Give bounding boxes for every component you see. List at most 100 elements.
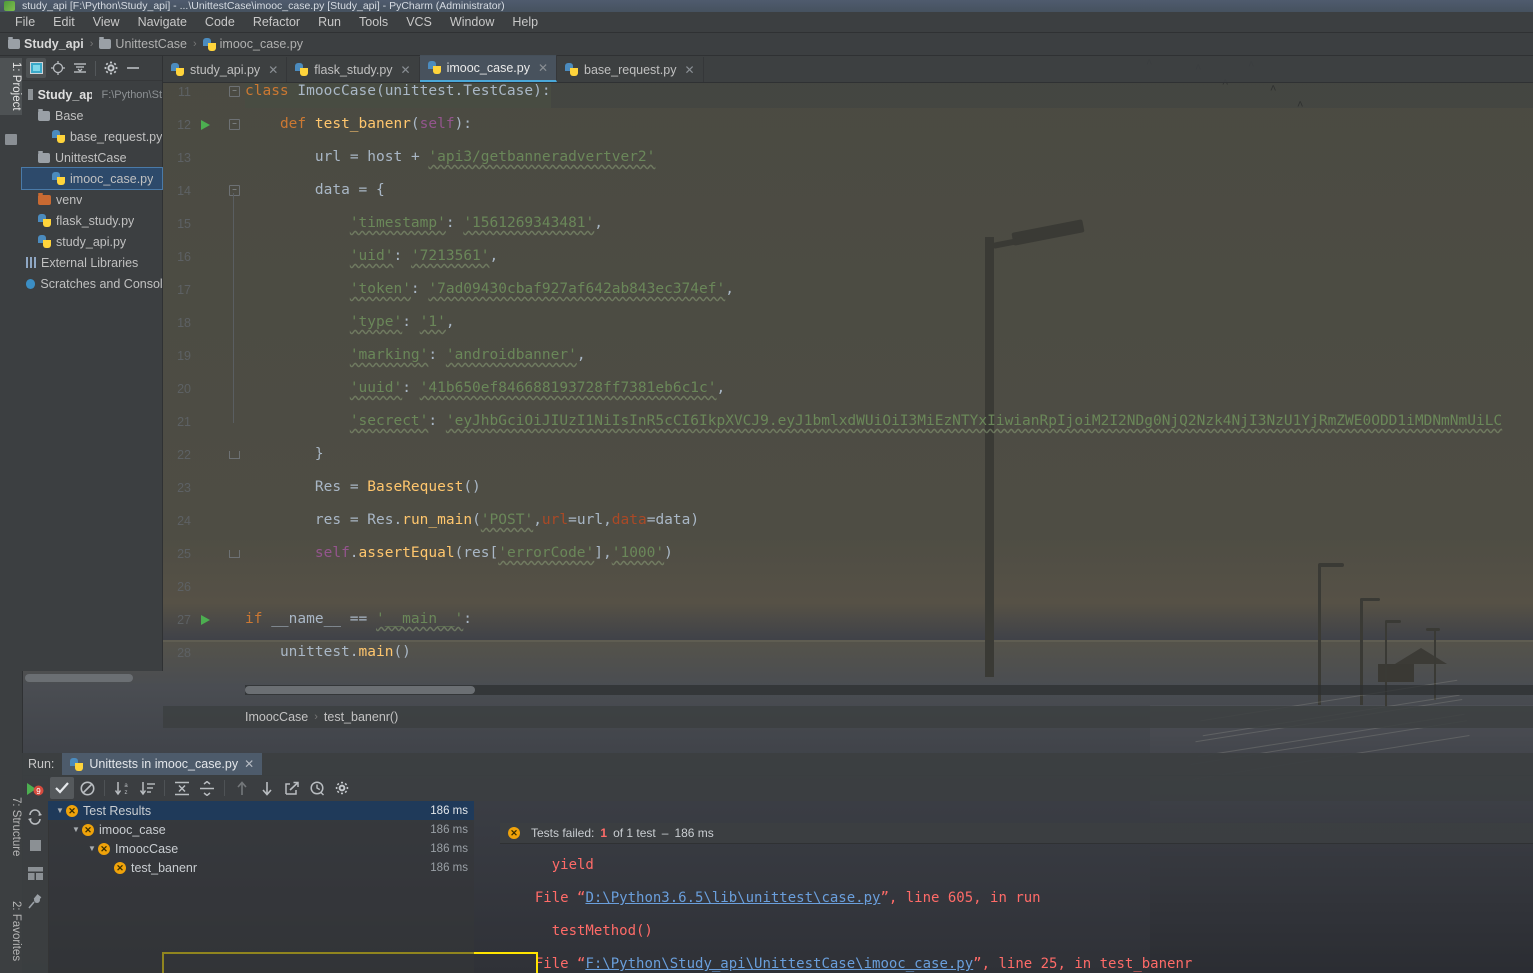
gear-icon[interactable] xyxy=(101,58,121,78)
menu-window[interactable]: Window xyxy=(441,13,503,31)
test-row-imooccase-class[interactable]: ▼ ✕ ImoocCase 186 ms xyxy=(48,839,474,858)
sort-by-duration-icon[interactable] xyxy=(135,777,159,799)
code-line[interactable]: def test_banenr(self): xyxy=(245,108,472,141)
code-line[interactable]: unittest.main() xyxy=(245,636,411,669)
code-line[interactable]: } xyxy=(245,438,324,471)
code-line[interactable]: 'token': '7ad09430cbaf927af642ab843ec374… xyxy=(245,273,734,306)
menu-tools[interactable]: Tools xyxy=(350,13,397,31)
close-icon[interactable]: ✕ xyxy=(538,61,548,75)
target-icon[interactable] xyxy=(48,58,68,78)
chevron-down-icon[interactable]: ▼ xyxy=(54,806,66,815)
code-line[interactable]: data = { xyxy=(245,174,385,207)
expand-all-icon[interactable] xyxy=(170,777,194,799)
close-icon[interactable]: ✕ xyxy=(401,63,411,77)
code-line[interactable]: 'marking': 'androidbanner', xyxy=(245,339,586,372)
chevron-down-icon[interactable]: ▼ xyxy=(86,844,98,853)
tree-item-imooc-case[interactable]: imooc_case.py xyxy=(21,167,163,190)
editor-tab-imooc-case[interactable]: imooc_case.py ✕ xyxy=(419,55,558,82)
code-line[interactable]: 'uid': '7213561', xyxy=(245,240,498,273)
collapse-all-icon[interactable] xyxy=(70,58,90,78)
tree-item-base-request[interactable]: base_request.py xyxy=(22,126,162,147)
console-file-link[interactable]: D:\Python3.6.5\lib\unittest\case.py xyxy=(585,890,880,906)
tree-item-scratches[interactable]: Scratches and Console xyxy=(22,273,162,294)
console-file-link[interactable]: F:\Python\Study_api\UnittestCase\imooc_c… xyxy=(585,956,973,972)
stop-icon[interactable] xyxy=(22,831,48,859)
scrollbar-thumb[interactable] xyxy=(25,674,133,682)
editor-horizontal-scrollbar[interactable] xyxy=(245,685,1533,695)
close-icon[interactable]: ✕ xyxy=(684,63,694,77)
code-line[interactable]: 'secrect': 'eyJhbGciOiJIUzI1NiIsInR5cCI6… xyxy=(245,405,1502,438)
sort-alphabetically-icon[interactable]: az xyxy=(110,777,134,799)
code-content[interactable]: class ImoocCase(unittest.TestCase): def … xyxy=(245,83,1533,695)
menu-help[interactable]: Help xyxy=(503,13,547,31)
run-gutter-icon[interactable] xyxy=(201,119,210,130)
close-icon[interactable]: ✕ xyxy=(244,757,254,771)
breadcrumb-item-project[interactable]: Study_api xyxy=(8,37,84,51)
collapse-all-icon[interactable] xyxy=(195,777,219,799)
test-row-imooc-case[interactable]: ▼ ✕ imooc_case 186 ms xyxy=(48,820,474,839)
select-opened-file-icon[interactable] xyxy=(26,58,46,78)
history-icon[interactable] xyxy=(305,777,329,799)
rerun-icon[interactable]: 9 xyxy=(22,775,48,803)
fold-close-icon[interactable] xyxy=(229,549,240,558)
tree-item-unittestcase[interactable]: UnittestCase xyxy=(22,147,162,168)
code-line[interactable]: self.assertEqual(res['errorCode'],'1000'… xyxy=(245,537,673,570)
tree-item-base[interactable]: Base xyxy=(22,105,162,126)
hide-passed-icon[interactable] xyxy=(50,777,74,799)
menu-navigate[interactable]: Navigate xyxy=(129,13,196,31)
menu-edit[interactable]: Edit xyxy=(44,13,84,31)
sidebar-item-favorites[interactable]: 2: Favorites xyxy=(0,897,22,965)
editor-tab-flask-study[interactable]: flask_study.py ✕ xyxy=(287,57,420,82)
tree-item-flask-study[interactable]: flask_study.py xyxy=(22,210,162,231)
code-line[interactable]: url = host + 'api3/getbanneradvertver2' xyxy=(245,141,656,174)
run-gutter-icon[interactable] xyxy=(201,614,210,625)
breadcrumb-item-file[interactable]: imooc_case.py xyxy=(202,37,303,51)
sidebar-item-project[interactable]: 1: Project xyxy=(0,58,22,115)
menu-vcs[interactable]: VCS xyxy=(397,13,441,31)
run-tab-unittests[interactable]: Unittests in imooc_case.py ✕ xyxy=(62,753,263,775)
menu-refactor[interactable]: Refactor xyxy=(244,13,309,31)
fold-open-icon[interactable]: − xyxy=(229,86,240,97)
test-output-console[interactable]: yield File “D:\Python3.6.5\lib\unittest\… xyxy=(500,843,1533,973)
pin-icon[interactable] xyxy=(22,887,48,915)
menu-code[interactable]: Code xyxy=(196,13,244,31)
scrollbar-thumb[interactable] xyxy=(245,686,475,694)
editor-tab-study-api[interactable]: study_api.py ✕ xyxy=(163,57,288,82)
tree-item-external-libraries[interactable]: External Libraries xyxy=(22,252,162,273)
tree-item-venv[interactable]: venv xyxy=(22,189,162,210)
menu-file[interactable]: File xyxy=(6,13,44,31)
previous-failed-icon[interactable] xyxy=(230,777,254,799)
rerun-failed-icon[interactable] xyxy=(22,803,48,831)
tree-item-study-api[interactable]: study_api.py xyxy=(22,231,162,252)
close-icon[interactable]: ✕ xyxy=(268,63,278,77)
settings-gear-icon[interactable] xyxy=(330,777,354,799)
code-line[interactable]: 'type': '1', xyxy=(245,306,455,339)
sidebar-item-structure[interactable]: 7: Structure xyxy=(0,793,22,860)
breadcrumb-class[interactable]: ImoocCase xyxy=(245,710,308,724)
chevron-down-icon[interactable]: ▼ xyxy=(70,825,82,834)
code-line[interactable]: 'uuid': '41b650ef846688193728ff7381eb6c1… xyxy=(245,372,725,405)
breadcrumb-method[interactable]: test_banenr() xyxy=(324,710,398,724)
test-results-tree[interactable]: ▼ ✕ Test Results 186 ms ▼ ✕ imooc_case 1… xyxy=(48,801,474,973)
code-line[interactable]: if __name__ == '__main__': xyxy=(245,603,472,636)
tree-item-project-root[interactable]: Study_api F:\Python\St xyxy=(22,84,162,105)
breadcrumb-item-folder[interactable]: UnittestCase xyxy=(99,37,187,51)
fold-open-icon[interactable]: − xyxy=(229,185,240,196)
test-row-test-results[interactable]: ▼ ✕ Test Results 186 ms xyxy=(48,801,474,820)
layout-icon[interactable] xyxy=(22,859,48,887)
menu-run[interactable]: Run xyxy=(309,13,350,31)
menubar[interactable]: File Edit View Navigate Code Refactor Ru… xyxy=(0,12,1533,33)
export-icon[interactable] xyxy=(280,777,304,799)
project-horizontal-scrollbar[interactable] xyxy=(22,673,162,683)
next-failed-icon[interactable] xyxy=(255,777,279,799)
code-line[interactable]: class ImoocCase(unittest.TestCase): xyxy=(245,83,551,108)
fold-open-icon[interactable]: − xyxy=(229,119,240,130)
code-editor[interactable]: 11−12−13 14−15 16 17 18 19 20 21 22 23 24 25 26 27 28 … xyxy=(163,83,1533,695)
hide-ignored-icon[interactable] xyxy=(75,777,99,799)
code-line[interactable]: Res = BaseRequest() xyxy=(245,471,481,504)
test-row-test-banenr[interactable]: ✕ test_banenr 186 ms xyxy=(48,858,474,877)
menu-view[interactable]: View xyxy=(84,13,129,31)
code-line[interactable]: res = Res.run_main('POST',url=url,data=d… xyxy=(245,504,699,537)
editor-tab-base-request[interactable]: base_request.py ✕ xyxy=(557,57,704,82)
fold-close-icon[interactable] xyxy=(229,450,240,459)
